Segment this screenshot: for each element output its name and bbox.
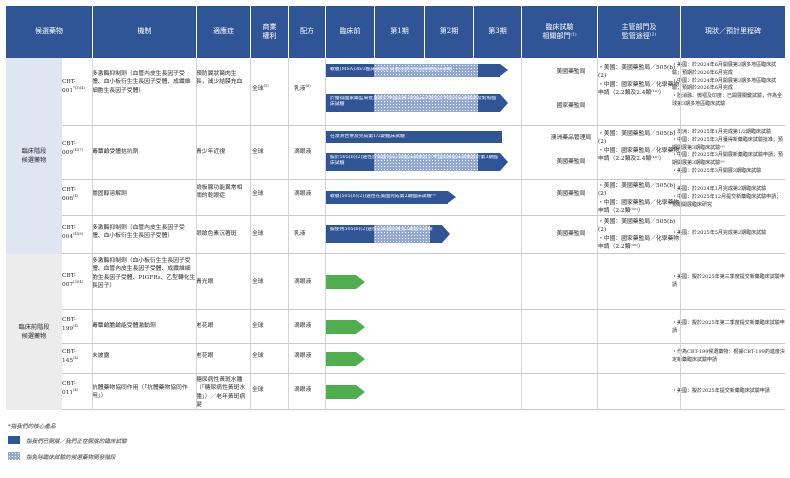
header-preclinical: 臨床前 [326,6,374,58]
candidate-code: CBT- 011(4) [62,381,79,397]
bar-arrow-tip [356,385,365,399]
legend-dots-label: 指免除臨床試驗的候選藥物開發階段 [26,455,116,461]
preclinical-bar [326,275,356,289]
legend-dots-swatch [8,452,20,460]
bar-arrow-tip [442,225,450,243]
table-row: CBT- 007(3)(4) 多激酶抑制劑（血小板衍生生長因子受體、血管內皮生長… [62,254,785,310]
bar-arrow-tip [448,191,456,203]
bar-arrow-tip [356,320,365,334]
candidate-code: CBT- 006(4) [62,187,79,203]
candidate-code: CBT- 009(4)(7) [62,141,83,157]
bar-label: 軟膜(505(b)(2))途徑在美國完成第2期臨床試驗⁽⁹⁾ [330,194,436,199]
indication: 青少年近視 [196,149,225,155]
mechanism: 毒蕈鹼受體拮抗劑 [92,149,139,155]
legend-solid-label: 指我們已開展／我們正在開展的臨床試驗 [26,439,127,445]
trial-dept: 澳洲藥品管理局 [550,135,592,141]
preclinical-bar [326,320,356,334]
table-row: CBT- 004(4)(8) 多激酶抑制劑（血管內皮生長因子受體、血小板衍生生長… [62,216,785,254]
milestone-status: ・美國：擬於2025年第三季度提交新藥臨床試驗申請 [672,274,785,288]
trial-dept: 美國藥監局 [556,159,586,165]
bar-label: 軟膜(MSA)3b/3臨床試驗於美國及歐洲完成關鍵臨床試驗 [330,67,453,72]
milestone-status: ・美國：於2024年6月開展第3期多地區臨床試驗；預期於2026年6月完成 ・中… [672,62,783,107]
header-phase2: 第2期 [425,6,473,58]
mechanism: 多激酶抑制劑（血小板衍生生長因子受體、血管內皮生長因子受體、成纖維細胞生長因子受… [92,258,196,290]
regulator: ・美國：美國藥監局／505(b)(2) ・中國：國家藥監局／化學藥物申請（2.2… [598,65,680,97]
milestone-status: ・美國：擬於2025年第二季度提交新藥臨床試驗申請 [672,320,785,334]
header-phase1: 第1期 [375,6,424,58]
indication: 預防翼狀胬肉生長，減少結膜充血 [196,71,243,86]
bar-arrow-tip [500,64,508,76]
candidate-code: CBT- 199(4) [62,317,79,333]
indication: 老花眼 [196,353,214,359]
indication: 眼瞼色素沉著斑 [196,231,237,237]
regulator: ・美國：美國藥監局／505(b)(2) ・中國：國家藥監局／化學藥物申請（2.2… [598,219,680,251]
indication: 瞼板腺功能異常相關的乾眼症 [196,185,243,200]
preclinical-bar [326,352,356,366]
candidate-code: CBT- 145(4) [62,349,79,365]
table-row: CBT- 199(4) 毒蕈鹼膽鹼能受體激動劑 老花眼 全球 滴眼液 ・美國：擬… [62,310,785,344]
rights: 全球 [252,353,264,359]
header-rights: 商業 權利 [251,6,288,58]
mechanism: 未披露 [92,353,110,359]
rights: 全球 [252,279,264,285]
group-clinical: 臨床階段 候選藥物 [6,58,62,254]
indication: 糖尿病性黃斑水腫（「糖尿病性黃斑水腫」）／老年黃斑病變 [196,377,246,409]
regulator: ・美國：美國藥監局／505(b)(2) ・中國：國家藥監局／化學藥物申請（2.2… [598,183,680,215]
header-regulator: 主管部門及 監管途徑⁽²⁾ [598,6,680,58]
trial-dept: 美國藥監局 [556,231,586,237]
regulator: ・美國：美國藥監局／505(b)(2) ・中國：國家藥監局／化學藥物申請（2.2… [598,131,680,163]
header-trial-dept: 臨床試驗 相關部門⁽¹⁾ [522,6,597,58]
table-row: CBT- 145(4) 未披露 老花眼 全球 滴眼液 ・作為CBT-199候選藥… [62,344,785,374]
bar-label: 於獲得國家藥監局批准後於中國開展3期臨床試驗並於中國完成關鍵期及對照臨床試驗 [330,96,497,107]
preclinical-bar [326,385,356,399]
header-status: 現狀／預計里程碑 [681,6,785,58]
rights: 全球 [252,149,264,155]
table-row: CBT- 009(4)(7) 毒蕈鹼受體拮抗劑 青少年近視 全球 滴眼液 在澳洲… [62,126,785,180]
mechanism: 多激酶抑制劑（血管內皮生長因子受體、血小板衍生生長因子受體、成纖維細胞生長因子受… [92,71,191,94]
rights: 全球(5) [252,84,269,92]
bar-arrow-tip [356,275,365,289]
indication: 老花眼 [196,323,214,329]
milestone-status: ・作為CBT-199候選藥物：根據CBT-199的進度決定新藥臨床試驗申請 [672,349,785,363]
core-product-note: *指我們的核心產品 [8,424,56,430]
table-row: CBT- 011(4) 抗體藥物協同作用（「抗體藥物協同作用」） 糖尿病性黃斑水… [62,374,785,410]
table-row: CBT- 006(4) 膽固醇溶解劑 瞼板腺功能異常相關的乾眼症 全球 滴眼液 … [62,180,785,216]
milestone-status: ・美國：擬於2025年提交新藥臨床試驗申請 [672,388,770,394]
candidate-code: CBT- 007(3)(4) [62,273,83,289]
mechanism: 抗體藥物協同作用（「抗體藥物協同作用」） [92,385,188,400]
group-preclinical: 臨床前階段 候選藥物 [6,254,62,410]
milestone-status: ・美國：於2025年5月完成第2期臨床試驗 [672,230,767,236]
bar-label: 擬於505(b)(2)途徑於美國完成3期臨床試驗並於中國開展臨床試驗並於第3期臨… [330,155,498,166]
bar-arrow-tip [500,94,508,112]
indication: 青光眼 [196,279,214,285]
mechanism: 毒蕈鹼膽鹼能受體激動劑 [92,323,156,329]
bar-arrow-tip [356,352,365,366]
mechanism: 多激酶抑制劑（血管內皮生長因子受體、血小板衍生生長因子受體） [92,225,185,240]
candidate-code: CBT- 004(4)(8) [62,225,83,241]
bar-label: 在澳洲合併及完成第1/2期臨床試驗 [330,134,405,139]
trial-dept: 國家藥監局 [556,103,586,109]
candidate-code: CBT- 001*(3)(4) [62,79,85,95]
trial-dept: 美國藥監局 [556,191,586,197]
milestone-status: ・澳洲：於2025年1月完成第1/2期臨床試驗 ・中國：於2025年3月獲得新藥… [672,129,783,174]
header-mechanism: 機制 [93,6,196,58]
legend-solid-swatch [8,436,20,444]
header-phase3: 第3期 [474,6,521,58]
rights: 全球 [252,231,264,237]
mechanism: 膽固醇溶解劑 [92,191,127,197]
rights: 全球 [252,387,264,393]
trial-dept: 美國藥監局 [556,69,586,75]
header-formulation: 配方 [289,6,325,58]
bar-label: 擬使用505(b)(2)途徑在美國開展第2期臨床試驗 [330,227,433,232]
bar-arrow-tip [500,153,508,171]
table-row: CBT- 001*(3)(4) 多激酶抑制劑（血管內皮生長因子受體、血小板衍生生… [62,58,785,126]
milestone-status: ・美國：於2024年1月完成第2期臨床試驗 ・中國：於2025年12月提交新藥臨… [672,186,782,208]
rights: 全球 [252,191,264,197]
rights: 全球 [252,323,264,329]
header-indication: 適應症 [197,6,250,58]
header-candidate: 候選藥物 [6,6,92,58]
